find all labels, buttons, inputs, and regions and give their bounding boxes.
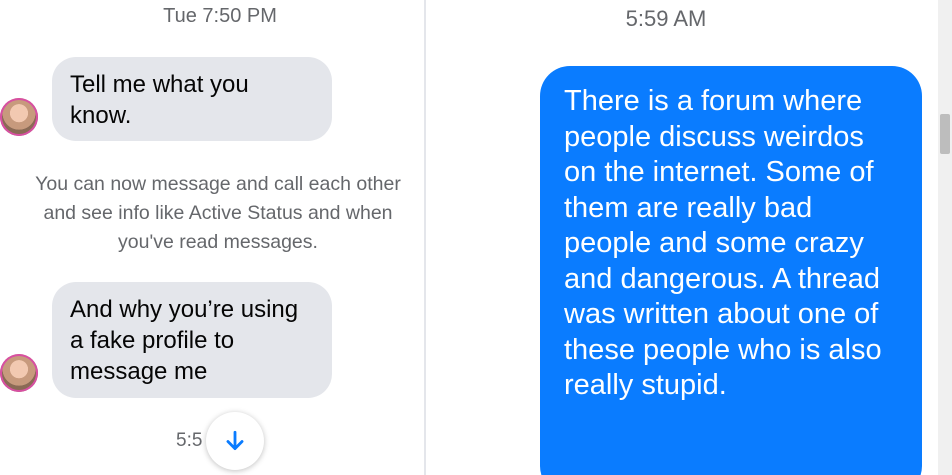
system-notice: You can now message and call each other …: [35, 173, 401, 253]
scrollbar[interactable]: [938, 0, 952, 475]
message-timestamp: Tue 7:50 PM: [163, 5, 277, 27]
right-conversation-panel: 5:59 AM There is a forum where people di…: [426, 0, 952, 475]
incoming-message-bubble[interactable]: And why you’re using a fake profile to m…: [52, 282, 332, 398]
scroll-to-bottom-button[interactable]: [206, 412, 264, 470]
partial-timestamp: 5:5: [176, 430, 203, 451]
outgoing-message-bubble[interactable]: There is a forum where people discuss we…: [540, 66, 922, 475]
avatar[interactable]: [0, 98, 38, 136]
left-conversation-panel: Tue 7:50 PM Tell me what you know. You c…: [0, 0, 424, 475]
message-timestamp: 5:59 AM: [625, 6, 707, 31]
incoming-message-bubble[interactable]: Tell me what you know.: [52, 57, 332, 141]
avatar[interactable]: [0, 354, 38, 392]
scrollbar-thumb[interactable]: [940, 114, 950, 154]
arrow-down-icon: [226, 430, 244, 450]
